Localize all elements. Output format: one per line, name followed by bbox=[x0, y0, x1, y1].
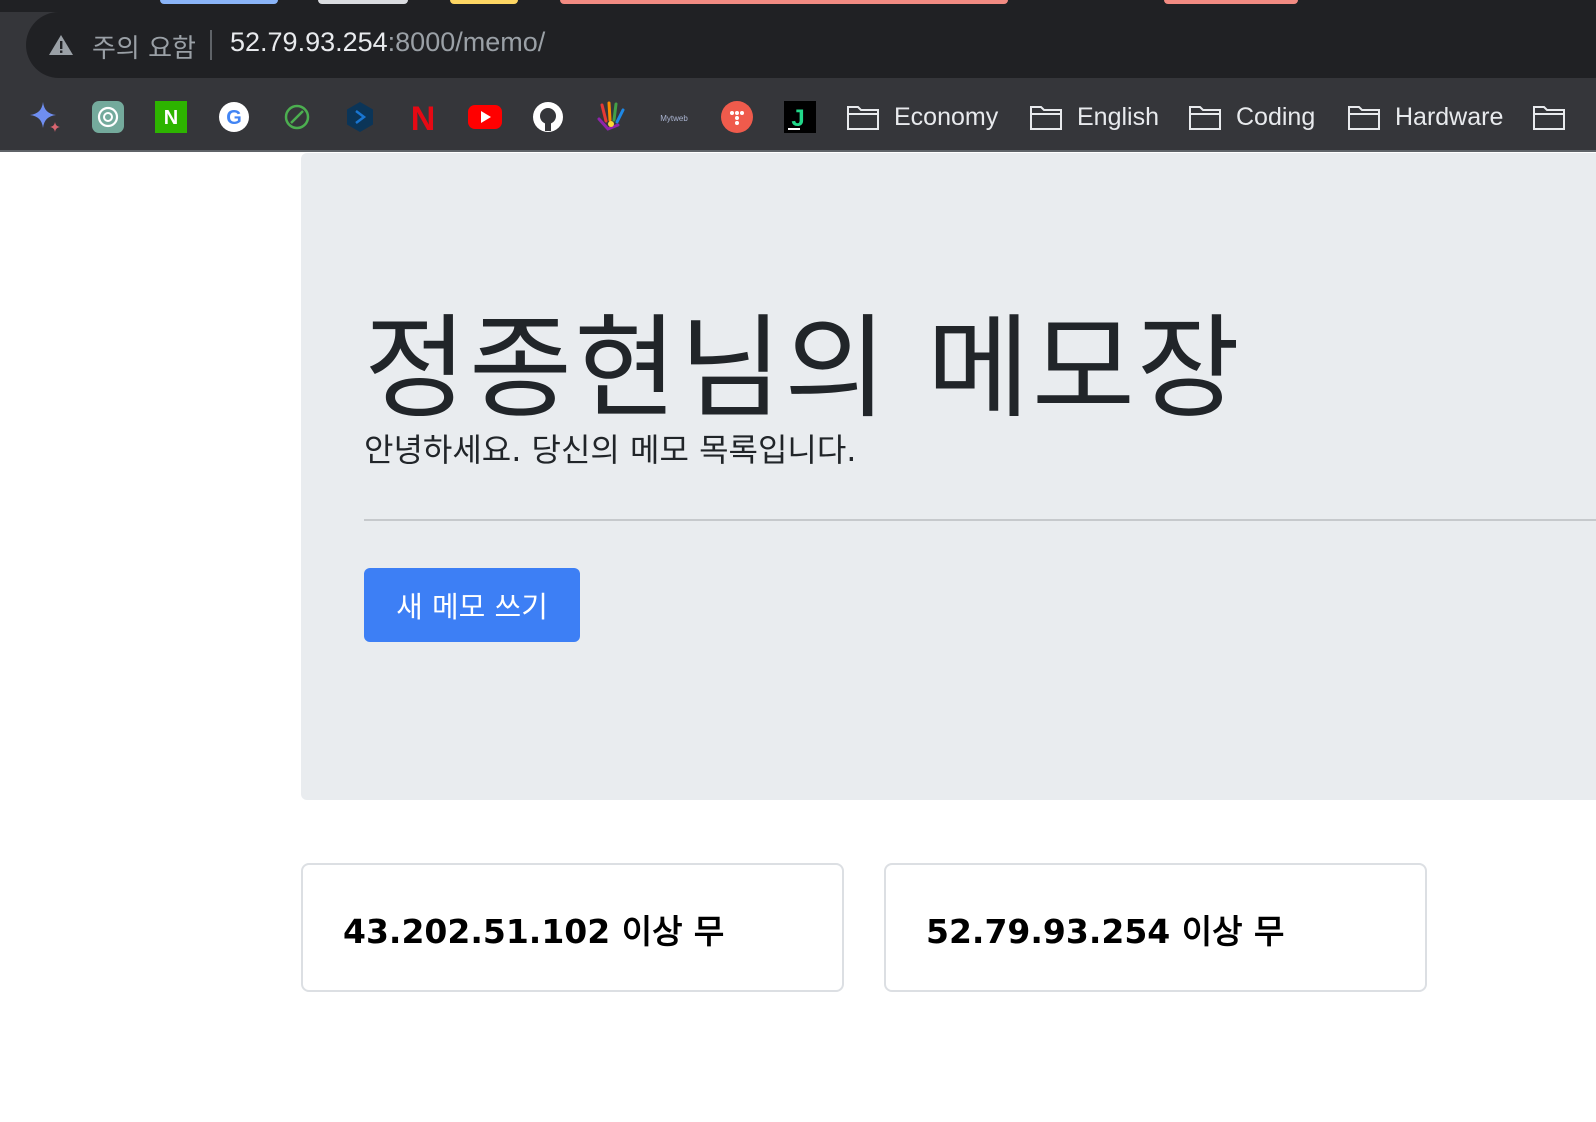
google-icon[interactable]: G bbox=[217, 100, 251, 134]
url-text[interactable]: 52.79.93.254:8000/memo/ bbox=[230, 27, 545, 58]
folder-icon bbox=[1533, 106, 1565, 130]
naver-letter: N bbox=[164, 107, 178, 129]
chatgpt-icon[interactable] bbox=[91, 100, 125, 134]
bookmarks-bar: N G N Mytweb J Economy English Coding Ha… bbox=[0, 86, 1596, 150]
jumbotron: 정종현님의 메모장 안녕하세요. 당신의 메모 목록입니다. 새 메모 쓰기 bbox=[301, 153, 1596, 800]
chrome-divider bbox=[0, 150, 1596, 152]
address-separator bbox=[210, 30, 212, 60]
github-icon[interactable] bbox=[531, 100, 565, 134]
memo-card[interactable]: 43.202.51.102 이상 무 bbox=[301, 863, 844, 992]
leaf-icon[interactable] bbox=[280, 100, 314, 134]
memo-title[interactable]: 52.79.93.254 이상 무 bbox=[926, 905, 1284, 953]
lead-text: 안녕하세요. 당신의 메모 목록입니다. bbox=[364, 431, 857, 469]
gemini-sparkle-icon[interactable] bbox=[28, 100, 62, 134]
hand-icon[interactable] bbox=[594, 100, 628, 134]
url-path: :8000/memo/ bbox=[387, 27, 546, 57]
bookmark-folder-label: Coding bbox=[1236, 102, 1316, 131]
folder-icon bbox=[1189, 106, 1221, 130]
folder-icon bbox=[847, 106, 879, 130]
mytweb-text: Mytweb bbox=[660, 114, 688, 123]
url-host: 52.79.93.254 bbox=[230, 27, 388, 57]
netflix-letter: N bbox=[411, 101, 436, 133]
tab-indicator[interactable] bbox=[318, 0, 408, 4]
bookmark-folder-hardware[interactable]: Hardware bbox=[1347, 100, 1503, 134]
bookmark-folder-label: English bbox=[1077, 102, 1159, 131]
tab-indicator[interactable] bbox=[1164, 0, 1298, 4]
folder-icon bbox=[1348, 106, 1380, 130]
hexagon-icon[interactable] bbox=[343, 100, 377, 134]
naver-icon[interactable]: N bbox=[154, 100, 188, 134]
divider bbox=[364, 519, 1596, 521]
jetbrains-icon[interactable]: J bbox=[783, 100, 817, 134]
bookmark-folder-coding[interactable]: Coding bbox=[1188, 100, 1315, 134]
warning-icon[interactable] bbox=[48, 34, 74, 56]
bookmark-folder-overflow[interactable] bbox=[1532, 100, 1566, 134]
tab-strip bbox=[0, 0, 1596, 12]
folder-icon bbox=[1030, 106, 1062, 130]
memo-title[interactable]: 43.202.51.102 이상 무 bbox=[343, 905, 724, 953]
memo-card[interactable]: 52.79.93.254 이상 무 bbox=[884, 863, 1427, 992]
page-title: 정종현님의 메모장 bbox=[364, 304, 1242, 434]
bookmark-folder-english[interactable]: English bbox=[1029, 100, 1159, 134]
netflix-icon[interactable]: N bbox=[406, 100, 440, 134]
mytweb-icon[interactable]: Mytweb bbox=[657, 100, 691, 134]
tab-indicator[interactable] bbox=[160, 0, 278, 4]
new-memo-button[interactable]: 새 메모 쓰기 bbox=[364, 568, 580, 642]
browser-chrome: 주의 요함 52.79.93.254:8000/memo/ N G N Mytw… bbox=[0, 0, 1596, 152]
security-warning-label[interactable]: 주의 요함 bbox=[92, 28, 196, 65]
youtube-icon[interactable] bbox=[468, 100, 502, 134]
bookmark-folder-label: Hardware bbox=[1395, 102, 1504, 131]
bookmark-folder-economy[interactable]: Economy bbox=[846, 100, 998, 134]
tab-indicator[interactable] bbox=[560, 0, 1008, 4]
google-letter: G bbox=[226, 107, 242, 129]
address-bar[interactable]: 주의 요함 52.79.93.254:8000/memo/ bbox=[26, 12, 1596, 78]
dots-icon[interactable] bbox=[720, 100, 754, 134]
bookmark-folder-label: Economy bbox=[894, 102, 999, 131]
tab-indicator[interactable] bbox=[450, 0, 518, 4]
jetbrains-letter: J bbox=[791, 105, 804, 132]
